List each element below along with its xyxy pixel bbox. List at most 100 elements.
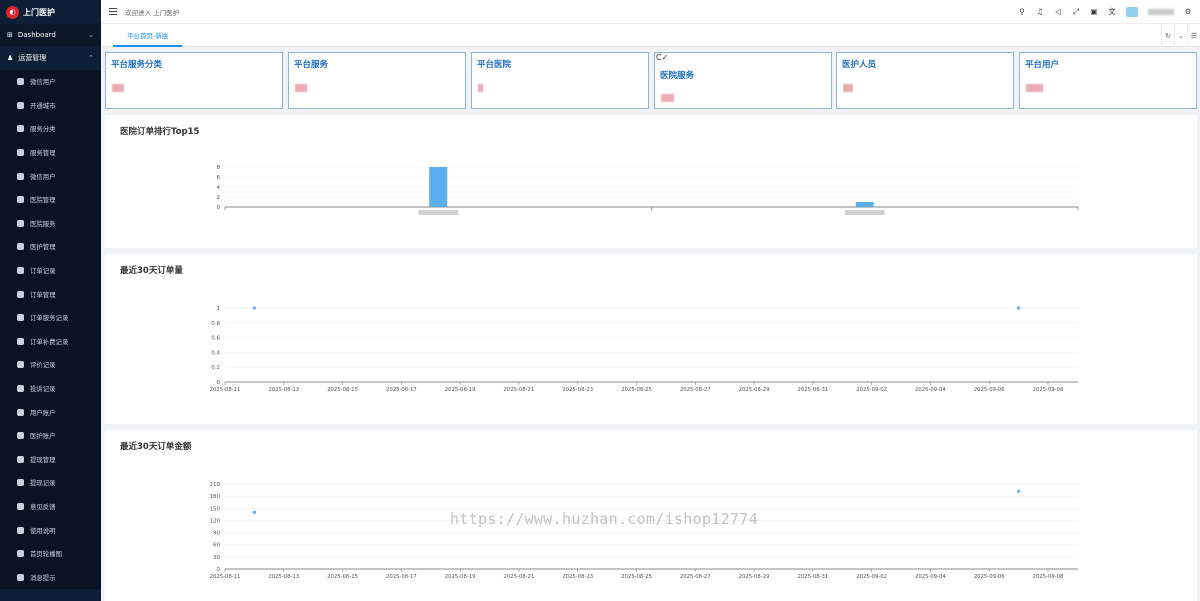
chevron-down-icon: ⌄ [88,31,94,39]
sidebar-item-dashboard[interactable]: ⊞ Dashboard ⌄ [0,24,101,46]
complaint-icon [17,385,24,393]
chevron-up-icon: ⌃ [88,54,94,62]
speaker-icon[interactable]: ◁ [1054,7,1062,16]
sidebar-item[interactable]: 消息提示 [0,565,101,589]
sidebar-item[interactable]: 医院服务 [0,212,101,236]
sidebar-item[interactable]: 投诉记录 [0,377,101,401]
y-tick-label: 150 [210,506,221,512]
sidebar-item[interactable]: 提现管理 [0,448,101,472]
x-tick-label: 2025-08-31 [797,574,828,580]
sidebar-item-label: 投诉记录 [30,385,56,394]
sidebar-item[interactable]: 开通城市 [0,94,101,118]
settings-icon[interactable]: ⚙ [1184,7,1192,16]
x-category-label-redacted [418,210,459,215]
card-platform-hospital[interactable]: 平台医院 [471,52,649,109]
sidebar-item[interactable]: 服务分类 [0,117,101,141]
sidebar-item-label: 首页轮播图 [30,550,62,559]
card-value [295,84,307,92]
y-tick-label: 0 [217,380,221,386]
tab-home-new[interactable]: 平台首页-新版 [113,28,183,47]
x-tick-label: 2025-09-08 [1033,387,1064,393]
sidebar-item[interactable]: 服务管理 [0,141,101,165]
sidebar-item[interactable]: 微信用户 [0,70,101,94]
app-logo[interactable]: ◐ 上门医护 [0,0,101,24]
x-tick-label: 2025-09-02 [856,387,887,393]
sidebar-item-label: 订单管理 [30,290,56,299]
logo-icon: ◐ [6,5,19,19]
y-tick-label: 60 [213,543,220,549]
card-service-category[interactable]: 平台服务分类 [105,52,283,109]
sidebar: ◐ 上门医护 ⊞ Dashboard ⌄ ♟ 运营管理 ⌃ 微信用户 开通城市 服务… [0,0,101,601]
sidebar-item[interactable]: 订单补费记录 [0,330,101,354]
sidebar-item-label: 消息提示 [30,573,56,582]
sidebar-item[interactable]: 医院管理 [0,188,101,212]
y-tick-label: 1 [217,306,221,312]
data-point [252,510,257,515]
x-tick-label: 2025-08-15 [327,574,358,580]
sidebar-item-label: 使用说明 [30,526,56,535]
data-point [1016,489,1021,493]
sidebar-item[interactable]: 提现记录 [0,471,101,495]
card-value [843,84,853,92]
order-manage-icon [17,290,24,298]
tab-menu-icon[interactable]: ☰ [1187,24,1200,47]
menu-toggle-icon[interactable] [109,8,117,15]
y-tick-label: 4 [217,185,221,191]
x-tick-label: 2025-08-15 [327,387,358,393]
sidebar-submenu: 微信用户 开通城市 服务分类 服务管理 微信用户 医院管理 医院服务 医护管理 订单记录 订单管理… [0,70,101,590]
sidebar-item[interactable]: 订单记录 [0,259,101,283]
sidebar-item[interactable]: 用户账户 [0,400,101,424]
card-platform-users[interactable]: 平台用户 [1019,52,1197,109]
refresh-icon[interactable]: ↻ [1161,24,1174,47]
x-tick-label: 2025-08-25 [621,574,652,580]
nurse-icon [17,243,24,251]
translate-icon[interactable]: 文 [1108,7,1116,16]
data-point [1016,306,1021,310]
sidebar-item[interactable]: 首页轮播图 [0,542,101,566]
bar-chart: 0 2 4 6 8 [217,165,1079,215]
sidebar-item-label: 开通城市 [30,101,56,110]
sidebar-item-label: 评价记录 [30,361,56,370]
y-tick-label: 0 [217,205,221,211]
avatar[interactable] [1126,6,1138,17]
card-badge: C✓ [656,53,669,62]
stat-cards: 平台服务分类 平台服务 平台医院 C✓ 医院服务 医护人员 平台用户 [105,52,1197,109]
card-nurse-staff[interactable]: 医护人员 [836,52,1014,109]
sidebar-item[interactable]: 意见反馈 [0,495,101,519]
sidebar-item-label: 订单记录 [30,267,56,276]
sidebar-item-label: 微信用户 [30,172,56,181]
card-hospital-service[interactable]: C✓ 医院服务 [654,52,832,109]
x-tick-label: 2025-08-11 [210,574,241,580]
top-header: 欢迎进入 上门医护 ⚲ ♫ ◁ ⤢ ▣ 文 ⚙ [101,0,1200,24]
search-icon[interactable]: ⚲ [1018,7,1026,16]
breadcrumb: 欢迎进入 上门医护 [125,8,180,17]
y-tick-label: 0.6 [211,336,220,342]
sidebar-item[interactable]: 微信用户 [0,164,101,188]
fullscreen-icon[interactable]: ⤢ [1072,7,1080,16]
app-title: 上门医护 [23,7,55,17]
sidebar-group-operations[interactable]: ♟ 运营管理 ⌃ [0,46,101,70]
bar [855,202,874,207]
sidebar-item-label: 订单服务记录 [30,314,69,323]
chevron-down-icon[interactable]: ⌄ [1174,24,1187,47]
sidebar-item[interactable]: 评价记录 [0,353,101,377]
feedback-icon [17,502,24,510]
card-platform-service[interactable]: 平台服务 [288,52,466,109]
sidebar-item[interactable]: 使用说明 [0,518,101,542]
username[interactable] [1148,8,1174,15]
sidebar-item[interactable]: 医护账户 [0,424,101,448]
account-icon [17,408,24,416]
y-tick-label: 30 [213,555,220,561]
chart-title: 最近30天订单量 [120,266,183,276]
watermark: https://www.huzhan.com/ishop12774 [450,510,758,528]
sidebar-item[interactable]: 医护管理 [0,235,101,259]
x-tick-label: 2025-08-27 [680,574,711,580]
x-tick-label: 2025-08-21 [504,387,535,393]
lock-icon[interactable]: ▣ [1090,7,1098,16]
bell-icon[interactable]: ♫ [1036,7,1044,16]
y-tick-label: 120 [210,518,221,524]
withdraw-record-icon [17,479,24,487]
order-icon [17,267,24,275]
sidebar-item[interactable]: 订单服务记录 [0,306,101,330]
sidebar-item[interactable]: 订单管理 [0,282,101,306]
